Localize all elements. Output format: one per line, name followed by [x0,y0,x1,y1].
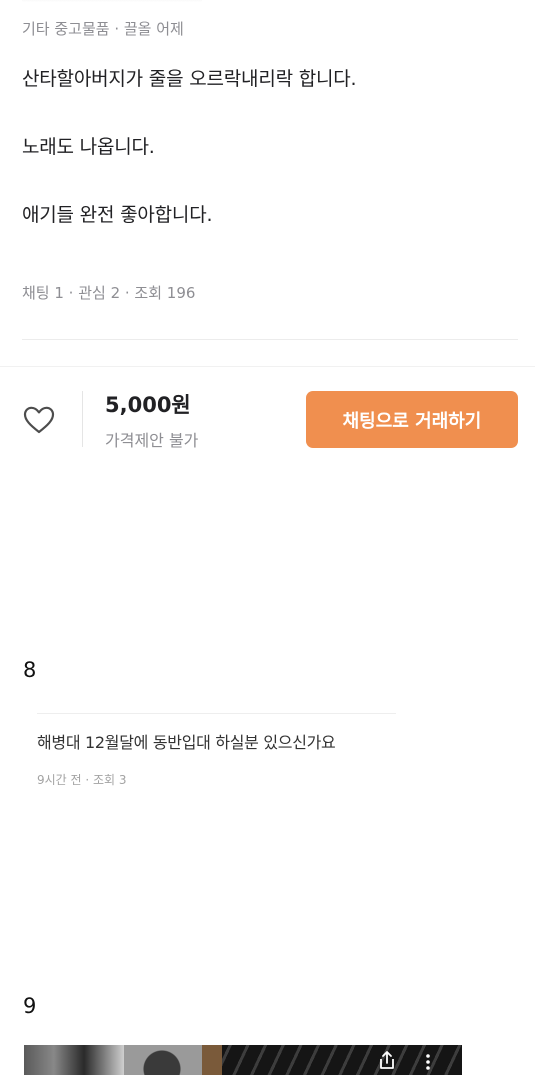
section-number: 9 [23,994,37,1018]
listing-description-line-1: 산타할아버지가 줄을 오르락내리락 합니다. [22,68,357,90]
post-meta: 9시간 전 · 조회 3 [37,773,127,787]
price-negotiation-note: 가격제안 불가 [105,431,199,450]
divider [0,366,535,367]
share-icon[interactable] [378,1050,396,1070]
listing-description-line-3: 애기들 완전 좋아합니다. [22,204,213,226]
divider [22,339,518,340]
post-top-divider [37,713,396,714]
cut-off-previous-content [22,0,202,2]
thumbnail-region [202,1045,222,1075]
chat-trade-button[interactable]: 채팅으로 거래하기 [306,391,518,448]
thumbnail-region [24,1045,124,1075]
section-number: 8 [23,658,37,682]
listing-category-meta: 기타 중고물품 · 끌올 어제 [22,20,184,38]
video-thumbnail[interactable] [24,1045,462,1075]
price: 5,000원 [105,393,191,417]
vertical-divider [82,391,83,447]
listing-stats: 채팅 1 · 관심 2 · 조회 196 [22,284,196,302]
heart-outline-icon[interactable] [22,404,56,436]
listing-description-line-2: 노래도 나옵니다. [22,136,155,158]
more-vertical-icon[interactable] [424,1053,432,1071]
post-title[interactable]: 해병대 12월달에 동반입대 하실분 있으신가요 [37,729,336,753]
